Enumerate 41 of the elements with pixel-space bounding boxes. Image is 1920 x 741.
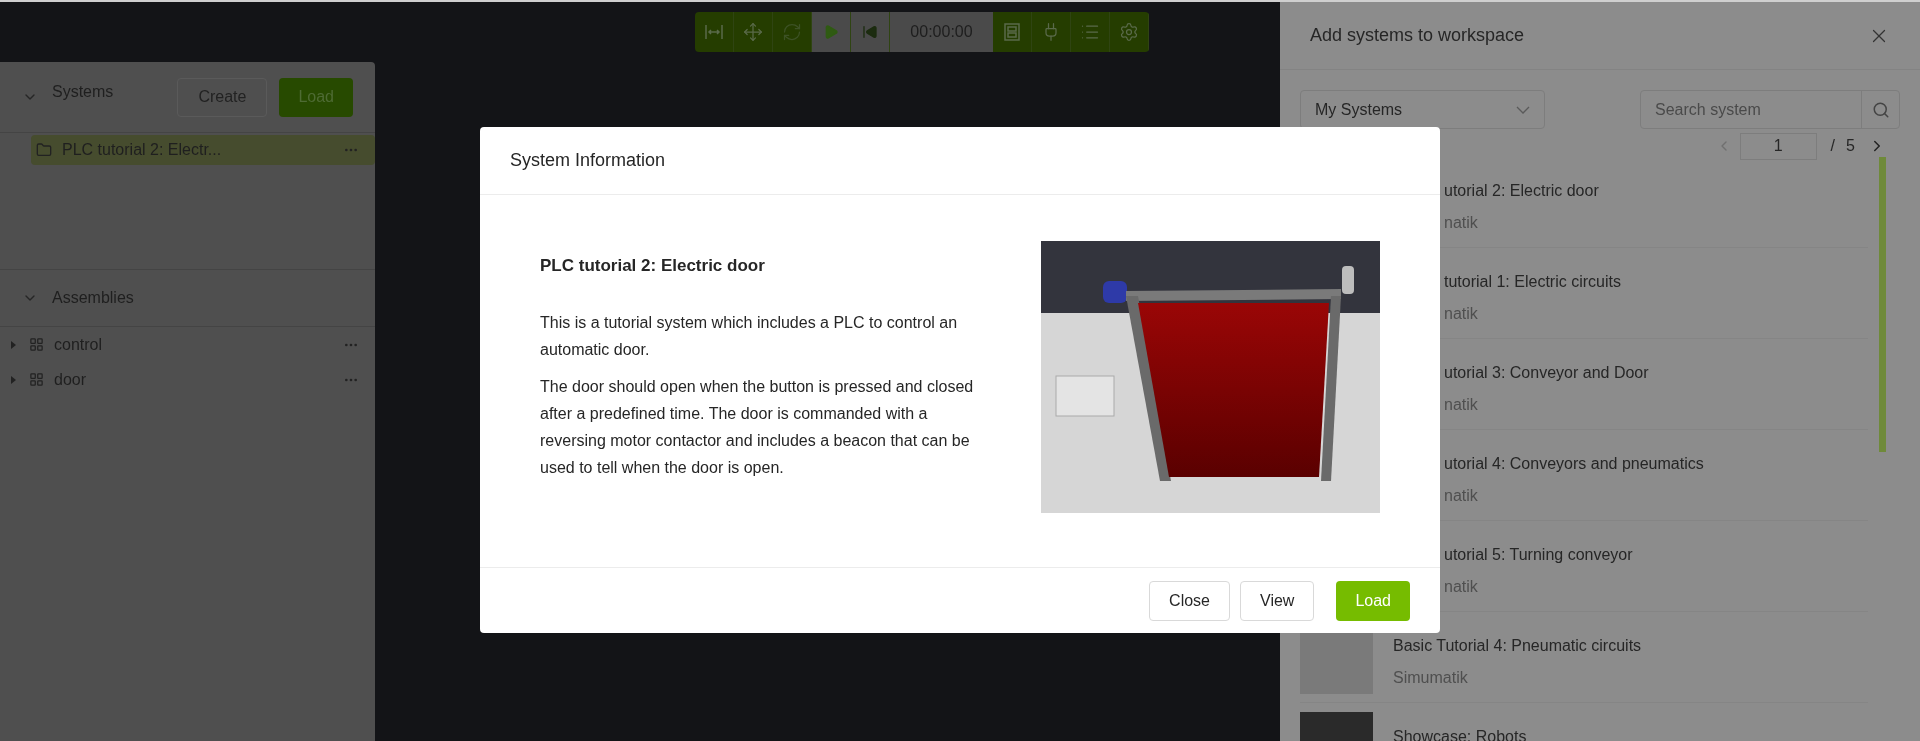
fit-width-icon [704, 22, 724, 42]
dropdown-caret-icon [1516, 105, 1530, 114]
expand-caret-icon[interactable] [10, 374, 18, 385]
system-title: tutorial 1: Electric circuits [1444, 272, 1621, 292]
panel-icon [1002, 22, 1022, 42]
dialog-button[interactable]: Close [1149, 580, 1230, 621]
scrollbar[interactable] [1879, 157, 1886, 452]
system-name: PLC tutorial 2: Electric door [540, 255, 766, 277]
system-title: utorial 5: Turning conveyor [1444, 545, 1633, 565]
rotate-icon [782, 22, 802, 42]
page-field[interactable]: 1 [1739, 132, 1817, 160]
play-button[interactable] [812, 12, 851, 52]
play-icon [823, 24, 839, 40]
dialog-title: System Information [510, 149, 666, 172]
folder-icon [36, 142, 52, 158]
assembly-icon [29, 337, 44, 352]
page-total: / 5 [1830, 136, 1858, 156]
search-box[interactable]: Search system [1640, 90, 1900, 129]
skip-back-icon [862, 24, 878, 40]
description-text: The door should open when the button is pressed and closed after a predefined time. The door is commanded with a reversing motor contactor and includes a beacon that can be used to tell when the door is open. [540, 376, 975, 478]
system-publisher: natik [1444, 395, 1479, 415]
move-icon [743, 22, 763, 42]
dialog-button[interactable]: Load [1336, 580, 1410, 621]
system-publisher: natik [1444, 486, 1479, 506]
expand-caret-icon[interactable] [10, 339, 18, 350]
dialog-button[interactable]: View [1240, 580, 1315, 621]
settings-icon [1119, 22, 1139, 42]
search-field[interactable]: Search system [1641, 91, 1861, 128]
system-publisher: Simumatik [1393, 668, 1469, 688]
system-publisher: natik [1444, 213, 1479, 233]
system-title: Basic Tutorial 4: Pneumatic circuits [1393, 636, 1642, 656]
system-publisher: natik [1444, 304, 1479, 324]
search-icon [1871, 100, 1890, 119]
drawer-title: Add systems to workspace [1310, 24, 1526, 47]
system-title: utorial 3: Conveyor and Door [1444, 363, 1649, 383]
description-text: This is a tutorial system which includes a PLC to control an automatic door. [540, 312, 959, 360]
system-title: utorial 2: Electric door [1444, 181, 1599, 201]
restart-button[interactable] [851, 12, 890, 52]
assembly-icon [29, 372, 44, 387]
system-title: utorial 4: Conveyors and pneumatics [1444, 454, 1704, 474]
system-publisher: natik [1444, 577, 1479, 597]
